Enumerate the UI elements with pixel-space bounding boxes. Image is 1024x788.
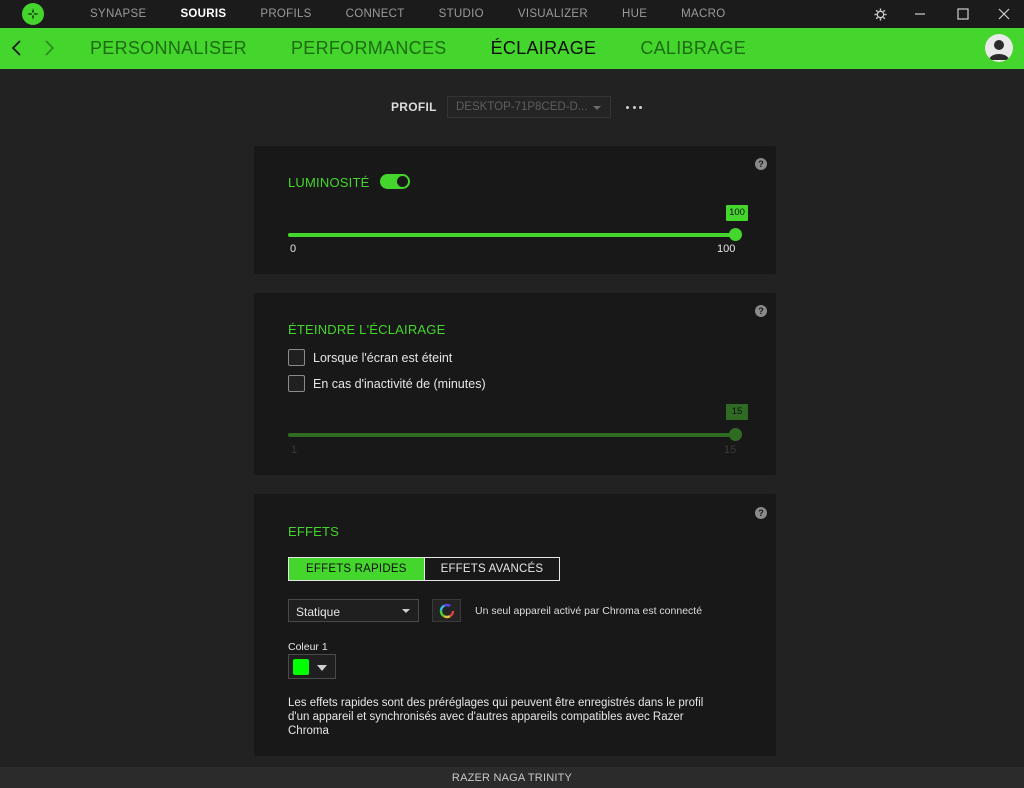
settings-gear-icon[interactable] [866,0,894,28]
screen-off-label: Lorsque l'écran est éteint [313,351,453,365]
effect-dropdown[interactable]: Statique [288,599,419,622]
razer-synapse-window: SYNAPSE SOURIS PROFILS CONNECT STUDIO VI… [0,0,1024,788]
maximize-icon[interactable] [949,0,977,28]
chevron-down-icon [593,106,601,110]
chroma-status-text: Un seul appareil activé par Chroma est c… [475,605,703,617]
effects-card: ? EFFETS EFFETS RAPIDES EFFETS AVANCÉS S… [254,494,776,756]
quick-effects-description: Les effets rapides sont des préréglages … [288,697,704,737]
user-avatar-icon[interactable] [985,34,1013,62]
tab-quick-effects[interactable]: EFFETS RAPIDES [289,558,424,580]
idle-checkbox[interactable] [288,375,305,392]
brightness-card: ? LUMINOSITÉ 100 0 100 [254,146,776,274]
chroma-wheel-icon [439,603,454,618]
topnav-hue[interactable]: HUE [622,8,647,20]
lighting-off-title: ÉTEINDRE L'ÉCLAIRAGE [288,322,446,337]
brightness-max-label: 100 [717,243,736,255]
topnav-synapse[interactable]: SYNAPSE [90,8,146,20]
idle-slider-track [288,433,736,437]
tab-calibrage[interactable]: CALIBRAGE [640,38,746,59]
tab-advanced-effects[interactable]: EFFETS AVANCÉS [423,558,560,580]
forward-arrow-icon[interactable] [41,38,57,58]
idle-slider-thumb [729,428,742,441]
idle-value-bubble: 15 [726,404,748,420]
brightness-title: LUMINOSITÉ [288,175,370,190]
sub-nav: PERSONNALISER PERFORMANCES ÉCLAIRAGE CAL… [90,28,790,69]
topnav-connect[interactable]: CONNECT [346,8,405,20]
brightness-slider-fill [288,233,736,237]
screen-off-checkbox[interactable] [288,349,305,366]
idle-slider-fill [288,433,736,437]
tab-eclairage[interactable]: ÉCLAIRAGE [491,38,597,59]
tab-performances[interactable]: PERFORMANCES [291,38,447,59]
top-bar: SYNAPSE SOURIS PROFILS CONNECT STUDIO VI… [0,0,1024,28]
back-arrow-icon[interactable] [9,38,25,58]
idle-min-label: 1 [291,444,298,456]
minimize-icon[interactable] [906,0,934,28]
idle-label: En cas d'inactivité de (minutes) [313,377,486,391]
effects-title: EFFETS [288,524,340,539]
topnav-macro[interactable]: MACRO [681,8,725,20]
idle-max-label: 15 [724,444,737,456]
color-1-picker[interactable] [288,654,336,679]
chroma-connect-button[interactable] [432,599,461,622]
chevron-down-icon [317,665,327,671]
brightness-min-label: 0 [290,243,297,255]
topnav-studio[interactable]: STUDIO [439,8,484,20]
effects-tabs: EFFETS RAPIDES EFFETS AVANCÉS [288,557,561,581]
brightness-slider-thumb[interactable] [729,228,742,241]
brightness-slider-track[interactable] [288,233,736,237]
profile-dropdown[interactable]: DESKTOP-71P8CED-D... [447,96,611,118]
top-nav: SYNAPSE SOURIS PROFILS CONNECT STUDIO VI… [90,0,759,28]
profile-dropdown-value: DESKTOP-71P8CED-D... [456,101,588,113]
help-icon[interactable]: ? [755,158,767,170]
chevron-down-icon [402,609,410,613]
color-1-label: Coleur 1 [288,641,328,653]
razer-logo-icon[interactable] [22,3,44,25]
color-swatch [293,659,309,675]
topnav-souris[interactable]: SOURIS [180,8,226,20]
tab-personnaliser[interactable]: PERSONNALISER [90,38,247,59]
close-icon[interactable] [990,0,1018,28]
help-icon[interactable]: ? [755,507,767,519]
device-footer[interactable]: RAZER NAGA TRINITY [0,767,1024,788]
profile-label: PROFIL [391,100,437,114]
help-icon[interactable]: ? [755,305,767,317]
effect-dropdown-value: Statique [296,605,341,619]
more-options-icon[interactable] [626,101,642,113]
topnav-visualizer[interactable]: VISUALIZER [518,8,588,20]
brightness-value-bubble: 100 [726,205,748,221]
topnav-profils[interactable]: PROFILS [260,8,311,20]
brightness-toggle[interactable] [380,174,410,189]
section-nav-bar: PERSONNALISER PERFORMANCES ÉCLAIRAGE CAL… [0,28,1024,69]
lighting-off-card: ? ÉTEINDRE L'ÉCLAIRAGE Lorsque l'écran e… [254,293,776,475]
